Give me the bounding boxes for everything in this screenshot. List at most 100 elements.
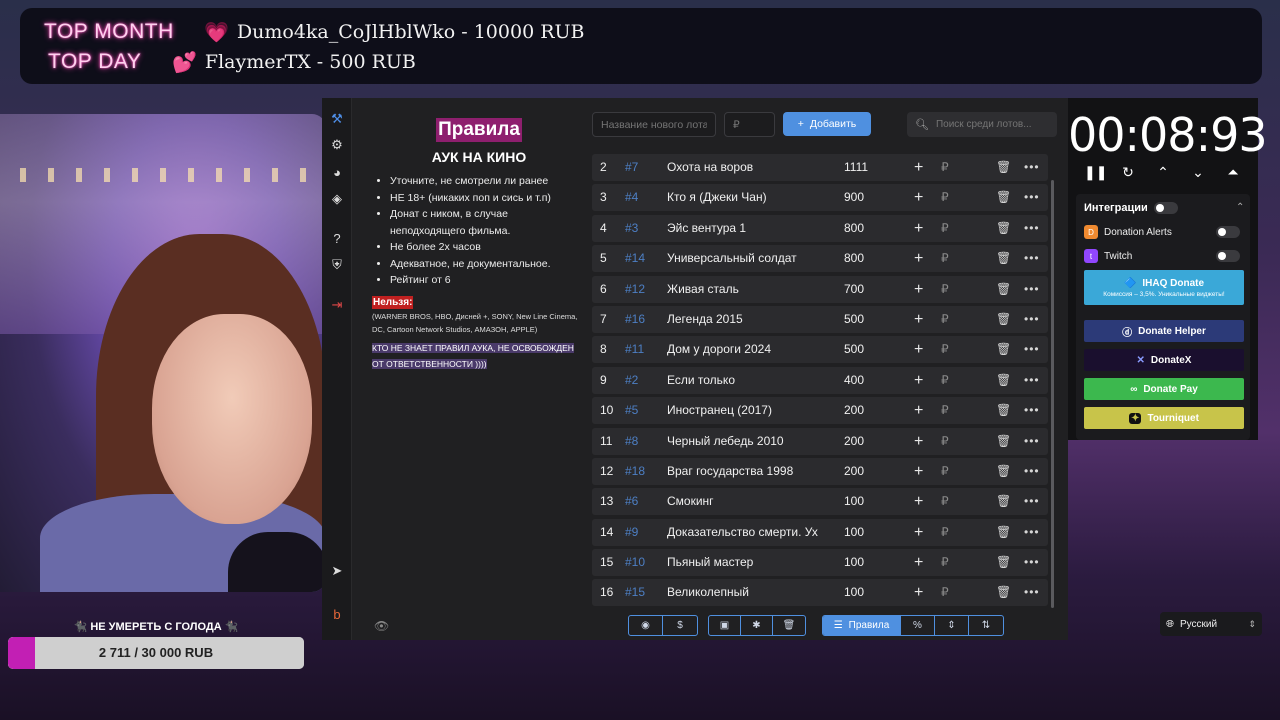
lot-amount[interactable]: 200 bbox=[844, 428, 884, 455]
more-icon[interactable]: ••• bbox=[1024, 397, 1040, 424]
add-lot-button[interactable]: + Добавить bbox=[783, 112, 871, 136]
more-icon[interactable]: ••• bbox=[1024, 458, 1040, 485]
add-amount-icon[interactable]: + bbox=[914, 519, 923, 546]
lot-amount[interactable]: 400 bbox=[844, 367, 884, 394]
chevron-up-icon[interactable]: ⌃ bbox=[1154, 162, 1172, 182]
add-amount-icon[interactable]: + bbox=[914, 367, 923, 394]
lot-amount[interactable]: 700 bbox=[844, 276, 884, 303]
lot-row[interactable]: 6 #12 Живая сталь 700 + ₽ 🗑︎ ••• bbox=[592, 275, 1048, 303]
lot-name[interactable]: Смокинг bbox=[667, 488, 819, 515]
chevron-down-icon[interactable]: ⌄ bbox=[1189, 162, 1207, 182]
add-amount-icon[interactable]: + bbox=[914, 549, 923, 576]
lot-currency[interactable]: ₽ bbox=[941, 276, 949, 303]
lot-currency[interactable]: ₽ bbox=[941, 428, 949, 455]
lot-amount[interactable]: 800 bbox=[844, 215, 884, 242]
lot-row[interactable]: 10 #5 Иностранец (2017) 200 + ₽ 🗑︎ ••• bbox=[592, 397, 1048, 425]
lot-name[interactable]: Охота на воров bbox=[667, 154, 819, 181]
lot-name[interactable]: Кто я (Джеки Чан) bbox=[667, 184, 819, 211]
lot-price-input[interactable] bbox=[724, 112, 775, 137]
sort-icon[interactable]: ⇅ bbox=[969, 616, 1003, 635]
delete-icon[interactable]: 🗑︎ bbox=[996, 397, 1011, 424]
add-amount-icon[interactable]: + bbox=[914, 306, 923, 333]
add-amount-icon[interactable]: + bbox=[914, 184, 923, 211]
lot-name[interactable]: Великолепный bbox=[667, 579, 819, 606]
twitch-toggle[interactable] bbox=[1216, 250, 1240, 262]
lot-row[interactable]: 3 #4 Кто я (Джеки Чан) 900 + ₽ 🗑︎ ••• bbox=[592, 184, 1048, 212]
lot-name[interactable]: Живая сталь bbox=[667, 276, 819, 303]
delete-icon[interactable]: 🗑︎ bbox=[996, 215, 1011, 242]
delete-icon[interactable]: 🗑︎ bbox=[996, 245, 1011, 272]
lot-name[interactable]: Дом у дороги 2024 bbox=[667, 336, 819, 363]
rules-toggle-button[interactable]: ☰ Правила bbox=[823, 616, 901, 635]
lot-row[interactable]: 8 #11 Дом у дороги 2024 500 + ₽ 🗑︎ ••• bbox=[592, 336, 1048, 364]
more-icon[interactable]: ••• bbox=[1024, 488, 1040, 515]
more-icon[interactable]: ••• bbox=[1024, 519, 1040, 546]
delete-icon[interactable]: 🗑︎ bbox=[996, 306, 1011, 333]
lot-currency[interactable]: ₽ bbox=[941, 549, 949, 576]
lot-currency[interactable]: ₽ bbox=[941, 184, 949, 211]
lot-amount[interactable]: 100 bbox=[844, 519, 884, 546]
lot-name[interactable]: Эйс вентура 1 bbox=[667, 215, 819, 242]
delete-icon[interactable]: 🗑︎ bbox=[996, 276, 1011, 303]
delete-icon[interactable]: 🗑︎ bbox=[996, 579, 1011, 606]
lot-currency[interactable]: ₽ bbox=[941, 579, 949, 606]
lot-currency[interactable]: ₽ bbox=[941, 519, 949, 546]
integrations-toggle[interactable] bbox=[1154, 202, 1178, 214]
add-amount-icon[interactable]: + bbox=[914, 276, 923, 303]
pause-icon[interactable]: ❚❚ bbox=[1084, 162, 1107, 182]
lot-currency[interactable]: ₽ bbox=[941, 458, 949, 485]
lot-currency[interactable]: ₽ bbox=[941, 336, 949, 363]
chevron-up-icon[interactable]: ⌃ bbox=[1236, 202, 1244, 213]
lot-amount[interactable]: 900 bbox=[844, 184, 884, 211]
delete-icon[interactable]: 🗑︎ bbox=[996, 154, 1011, 181]
add-amount-icon[interactable]: + bbox=[914, 458, 923, 485]
eye-icon[interactable]: 👁 bbox=[374, 619, 389, 633]
more-icon[interactable]: ••• bbox=[1024, 549, 1040, 576]
help-icon[interactable]: ? bbox=[328, 230, 346, 248]
lot-search[interactable]: 🔍︎ bbox=[907, 112, 1057, 137]
delete-icon[interactable]: 🗑︎ bbox=[996, 549, 1011, 576]
lot-row[interactable]: 13 #6 Смокинг 100 + ₽ 🗑︎ ••• bbox=[592, 488, 1048, 516]
boosty-icon[interactable]: b bbox=[328, 606, 346, 624]
lot-name[interactable]: Доказательство смерти. Ух bbox=[667, 519, 819, 546]
lot-row[interactable]: 14 #9 Доказательство смерти. Ух 100 + ₽ 🗑︎ ••• bbox=[592, 518, 1048, 546]
donation-alerts-toggle[interactable] bbox=[1216, 226, 1240, 238]
lot-amount[interactable]: 500 bbox=[844, 336, 884, 363]
lot-name[interactable]: Черный лебедь 2010 bbox=[667, 428, 819, 455]
compress-icon[interactable]: ⇕ bbox=[935, 616, 969, 635]
gear-icon[interactable]: ⚙ bbox=[328, 136, 346, 154]
delete-icon[interactable]: 🗑︎ bbox=[996, 184, 1011, 211]
lot-currency[interactable]: ₽ bbox=[941, 367, 949, 394]
add-amount-icon[interactable]: + bbox=[914, 336, 923, 363]
save-icon[interactable]: ▣ bbox=[709, 616, 741, 635]
bug-icon[interactable]: ✱ bbox=[741, 616, 773, 635]
reset-icon[interactable]: ↻ bbox=[1119, 162, 1137, 182]
donatex-button[interactable]: ✕ DonateX bbox=[1084, 349, 1244, 371]
lot-currency[interactable]: ₽ bbox=[941, 215, 949, 242]
add-amount-icon[interactable]: + bbox=[914, 488, 923, 515]
layers-icon[interactable]: ◈ bbox=[328, 190, 346, 208]
lot-search-input[interactable] bbox=[935, 119, 1056, 130]
lot-name[interactable]: Универсальный солдат bbox=[667, 245, 819, 272]
more-icon[interactable]: ••• bbox=[1024, 336, 1040, 363]
lot-row[interactable]: 2 #7 Охота на воров 1111 + ₽ 🗑︎ ••• bbox=[592, 154, 1048, 181]
lot-name[interactable]: Легенда 2015 bbox=[667, 306, 819, 333]
lot-currency[interactable]: ₽ bbox=[941, 245, 949, 272]
add-amount-icon[interactable]: + bbox=[914, 215, 923, 242]
language-select[interactable]: 🌐︎ Русский ⇕ bbox=[1160, 612, 1262, 636]
more-icon[interactable]: ••• bbox=[1024, 215, 1040, 242]
more-icon[interactable]: ••• bbox=[1024, 276, 1040, 303]
lot-name[interactable]: Пьяный мастер bbox=[667, 549, 819, 576]
hammer-icon[interactable]: ⚒ bbox=[328, 110, 346, 128]
lot-row[interactable]: 15 #10 Пьяный мастер 100 + ₽ 🗑︎ ••• bbox=[592, 549, 1048, 577]
lot-row[interactable]: 5 #14 Универсальный солдат 800 + ₽ 🗑︎ ••• bbox=[592, 245, 1048, 273]
telegram-icon[interactable]: ➤ bbox=[328, 562, 346, 580]
more-icon[interactable]: ••• bbox=[1024, 245, 1040, 272]
lot-row[interactable]: 12 #18 Враг государства 1998 200 + ₽ 🗑︎ ••• bbox=[592, 457, 1048, 485]
lot-name-input[interactable] bbox=[592, 112, 716, 137]
lot-amount[interactable]: 200 bbox=[844, 397, 884, 424]
more-icon[interactable]: ••• bbox=[1024, 154, 1040, 181]
lot-row[interactable]: 9 #2 Если только 400 + ₽ 🗑︎ ••• bbox=[592, 366, 1048, 394]
percent-icon[interactable]: % bbox=[901, 616, 935, 635]
lot-currency[interactable]: ₽ bbox=[941, 488, 949, 515]
